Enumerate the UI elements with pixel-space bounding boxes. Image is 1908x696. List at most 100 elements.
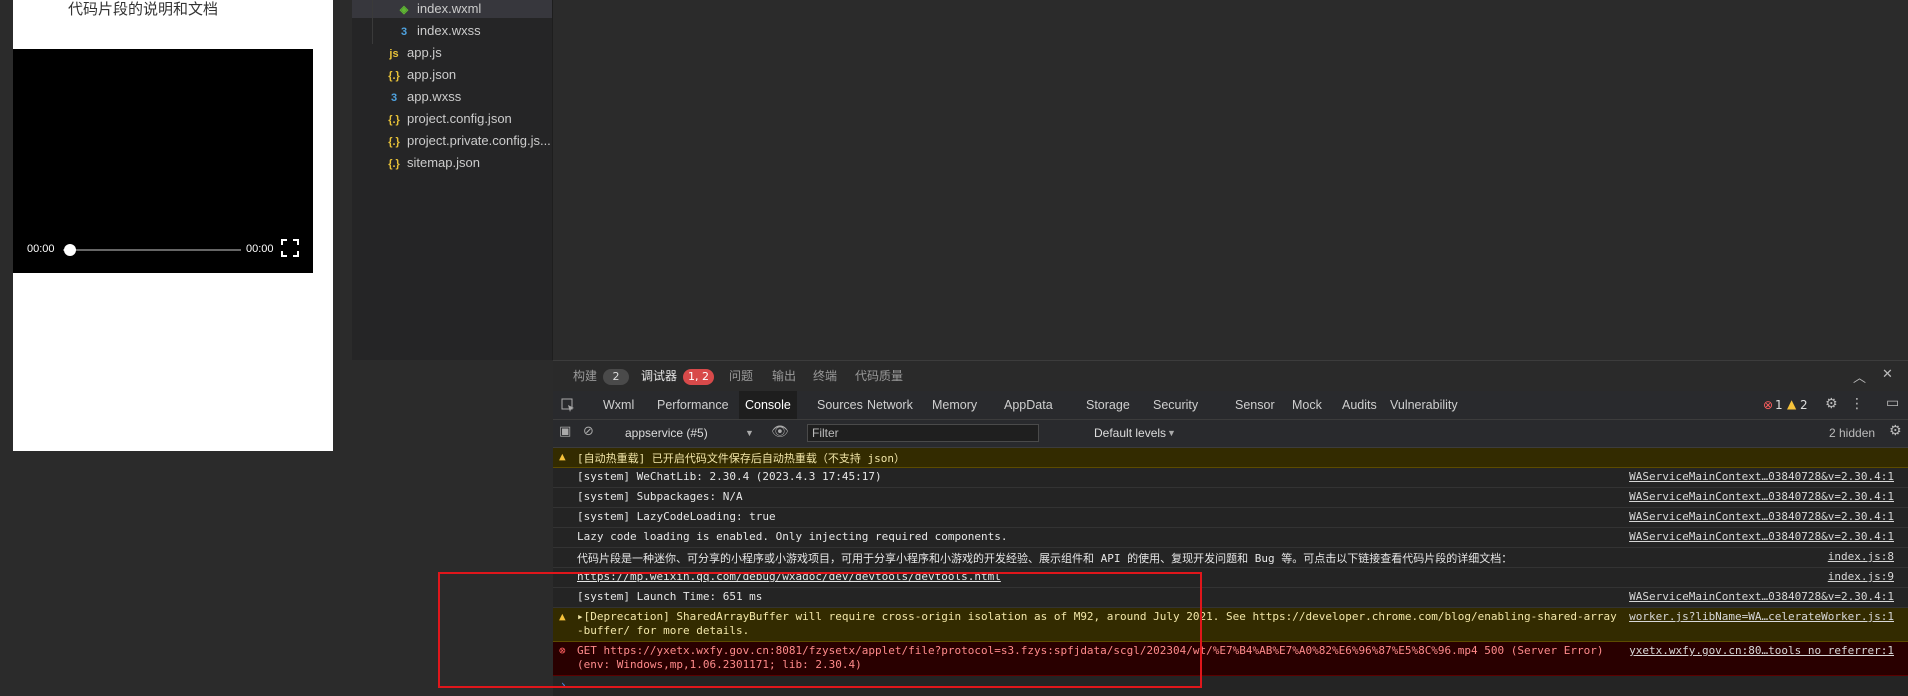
tab-terminal[interactable]: 终端 xyxy=(813,361,837,391)
devtools-tab-vulnerability[interactable]: Vulnerability xyxy=(1384,391,1464,419)
tab-problems[interactable]: 问题 xyxy=(729,361,753,391)
file-name-label: index.wxss xyxy=(417,23,481,38)
devtools-tab-audits[interactable]: Audits xyxy=(1336,391,1383,419)
wxss-file-icon: 3 xyxy=(400,26,408,38)
warning-icon: ▲ xyxy=(559,450,566,463)
log-levels-select[interactable]: Default levels xyxy=(1094,426,1166,440)
page-title: 代码片段的说明和文档 xyxy=(67,1,218,18)
console-message: [system] LazyCodeLoading: true WAServiceM… xyxy=(553,508,1908,528)
devtools-tab-wxml[interactable]: Wxml xyxy=(597,391,640,419)
tab-output[interactable]: 输出 xyxy=(772,361,796,391)
tab-build[interactable]: 构建 2 xyxy=(573,361,630,391)
dock-tabbar: 构建 2 调试器 1, 2 问题 输出 终端 代码质量 ︿ ✕ xyxy=(553,361,1908,391)
file-name-label: app.js xyxy=(407,45,442,60)
message-text: [system] WeChatLib: 2.30.4 (2023.4.3 17:… xyxy=(577,470,882,483)
dock-side-icon[interactable]: ▭ xyxy=(1886,395,1899,411)
video-progress-knob[interactable] xyxy=(64,244,76,256)
devtools-tab-console[interactable]: Console xyxy=(739,391,797,419)
live-expression-eye-icon[interactable]: 👁 xyxy=(771,424,789,440)
sidebar-toggle-icon[interactable]: ▣ xyxy=(559,424,571,439)
phone-screen: 代码片段的说明和文档 00:00 00:00 xyxy=(13,0,333,451)
js-file-icon: js xyxy=(389,48,399,60)
file-tree-item[interactable]: js app.js xyxy=(387,42,442,64)
file-name-label: index.wxml xyxy=(417,1,482,16)
console-settings-icon[interactable]: ⚙ xyxy=(1889,423,1902,439)
console-message: [system] WeChatLib: 2.30.4 (2023.4.3 17:… xyxy=(553,468,1908,488)
annotation-highlight-box xyxy=(438,572,1202,688)
message-text: [自动热重载] 已开启代码文件保存后自动热重载（不支持 json） xyxy=(577,452,905,465)
more-options-icon[interactable]: ⋮ xyxy=(1850,396,1864,412)
message-source-link[interactable]: yxetx.wxfy.gov.cn:80…tools no referrer:1 xyxy=(1629,644,1894,657)
tab-debugger[interactable]: 调试器 1, 2 xyxy=(641,361,715,391)
fullscreen-icon[interactable] xyxy=(281,239,299,257)
message-source-link[interactable]: worker.js?libName=WA…celerateWorker.js:1 xyxy=(1629,610,1894,623)
tab-build-label: 构建 xyxy=(573,369,598,383)
warning-count-icon: ▲ xyxy=(1787,397,1797,411)
wxss-file-icon: 3 xyxy=(390,92,398,104)
context-select[interactable]: appservice (#5) xyxy=(625,426,708,440)
file-tree-item[interactable]: ◈ index.wxml xyxy=(397,0,482,20)
file-tree-item[interactable]: 3 app.wxss xyxy=(387,86,461,108)
settings-gear-icon[interactable]: ⚙ xyxy=(1825,396,1838,412)
devtools-tab-sensor[interactable]: Sensor xyxy=(1229,391,1281,419)
devtools-tab-performance[interactable]: Performance xyxy=(651,391,735,419)
console-message: 代码片段是一种迷你、可分享的小程序或小游戏项目，可用于分享小程序和小游戏的开发经… xyxy=(553,548,1908,568)
message-source-link[interactable]: WAServiceMainContext…03840728&v=2.30.4:1 xyxy=(1629,490,1894,503)
hidden-count: 2 hidden xyxy=(1829,426,1876,440)
file-tree-item[interactable]: {.} project.config.json xyxy=(387,108,512,130)
file-name-label: app.json xyxy=(407,67,457,82)
close-icon[interactable]: ✕ xyxy=(1882,367,1893,382)
message-source-link[interactable]: index.js:9 xyxy=(1828,570,1894,583)
video-duration: 00:00 xyxy=(246,243,274,255)
file-tree-item[interactable]: {.} project.private.config.js... xyxy=(387,130,551,152)
message-source-link[interactable]: index.js:8 xyxy=(1828,550,1894,563)
console-message: [system] Subpackages: N/A WAServiceMainCo… xyxy=(553,488,1908,508)
file-name-label: sitemap.json xyxy=(407,155,480,170)
inspect-element-icon[interactable] xyxy=(561,398,575,412)
console-message: Lazy code loading is enabled. Only injec… xyxy=(553,528,1908,548)
message-text: Lazy code loading is enabled. Only injec… xyxy=(577,530,1008,543)
devtools-tab-storage[interactable]: Storage xyxy=(1080,391,1136,419)
json-file-icon: {.} xyxy=(388,136,400,148)
message-text: 代码片段是一种迷你、可分享的小程序或小游戏项目，可用于分享小程序和小游戏的开发经… xyxy=(577,552,1513,565)
tab-code-quality[interactable]: 代码质量 xyxy=(855,361,903,391)
message-text: [system] LazyCodeLoading: true xyxy=(577,510,776,523)
devtools-tab-mock[interactable]: Mock xyxy=(1286,391,1328,419)
context-dropdown-icon[interactable]: ▼ xyxy=(745,428,754,438)
file-tree-item[interactable]: {.} sitemap.json xyxy=(387,152,480,174)
tab-debugger-label: 调试器 xyxy=(641,369,678,383)
message-source-link[interactable]: WAServiceMainContext…03840728&v=2.30.4:1 xyxy=(1629,470,1894,483)
collapse-icon[interactable]: ︿ xyxy=(1853,367,1866,386)
debugger-badge: 1, 2 xyxy=(683,369,715,385)
video-progress-track[interactable] xyxy=(63,249,241,251)
devtools-tab-network[interactable]: Network xyxy=(861,391,919,419)
message-source-link[interactable]: WAServiceMainContext…03840728&v=2.30.4:1 xyxy=(1629,510,1894,523)
devtools-tab-security[interactable]: Security xyxy=(1147,391,1204,419)
devtools-tabbar: Wxml Performance Console Sources Network Memo… xyxy=(553,391,1908,420)
wxml-file-icon: ◈ xyxy=(399,4,409,16)
file-tree-item[interactable]: {.} app.json xyxy=(387,64,456,86)
editor-area xyxy=(553,0,1908,360)
file-name-label: app.wxss xyxy=(407,89,462,104)
json-file-icon: {.} xyxy=(388,114,400,126)
tree-indent-guide xyxy=(372,0,373,44)
filter-input[interactable] xyxy=(807,424,1039,442)
message-source-link[interactable]: WAServiceMainContext…03840728&v=2.30.4:1 xyxy=(1629,590,1894,603)
devtools-tab-memory[interactable]: Memory xyxy=(926,391,983,419)
file-name-label: project.private.config.js... xyxy=(407,133,551,148)
error-count: 1 xyxy=(1775,398,1783,412)
devtools-tab-appdata[interactable]: AppData xyxy=(998,391,1059,419)
file-explorer xyxy=(352,0,553,360)
message-source-link[interactable]: WAServiceMainContext…03840728&v=2.30.4:1 xyxy=(1629,530,1894,543)
levels-dropdown-icon[interactable]: ▼ xyxy=(1167,428,1176,438)
file-name-label: project.config.json xyxy=(407,111,512,126)
file-tree-item[interactable]: 3 index.wxss xyxy=(397,20,481,42)
clear-console-icon[interactable]: ⊘ xyxy=(583,424,594,439)
message-text: [system] Subpackages: N/A xyxy=(577,490,743,503)
warning-count: 2 xyxy=(1800,398,1808,412)
video-player[interactable]: 00:00 00:00 xyxy=(13,49,313,273)
console-message: ▲ [自动热重载] 已开启代码文件保存后自动热重载（不支持 json） xyxy=(553,448,1908,468)
video-current-time: 00:00 xyxy=(27,243,55,255)
error-count-icon[interactable]: ⊗ xyxy=(1763,398,1773,412)
simulator-panel: 代码片段的说明和文档 00:00 00:00 xyxy=(0,0,352,695)
